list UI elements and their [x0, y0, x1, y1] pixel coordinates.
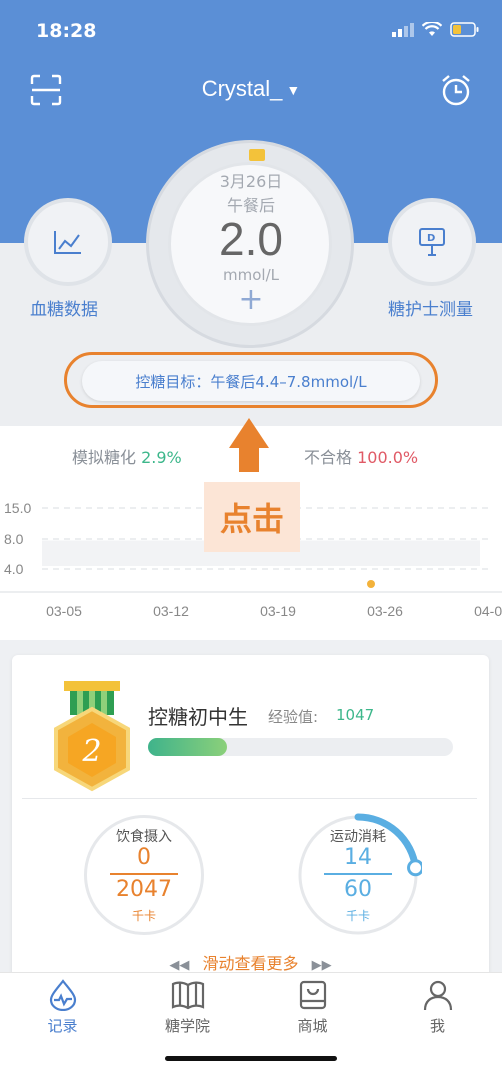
target-range-text: 控糖目标：午餐后4.4–7.8mmol/L: [135, 372, 367, 391]
annotation-arrow-head: [229, 418, 269, 448]
exp-label: 经验值:: [268, 708, 319, 726]
person-icon: [423, 980, 452, 1011]
x-tick-label: 03-26: [367, 603, 403, 619]
target-range-button[interactable]: 控糖目标：午餐后4.4–7.8mmol/L: [82, 361, 420, 401]
caret-down-icon: ▼: [286, 82, 301, 99]
swipe-more-hint[interactable]: ◀◀ 滑动查看更多 ▶▶: [12, 950, 489, 974]
fail-rate-value: 100.0%: [357, 448, 419, 467]
annotation-arrow-shaft: [239, 448, 259, 472]
data-point: [367, 580, 375, 588]
x-tick-label: 04-02: [474, 603, 502, 619]
meter-date: 3月26日: [219, 172, 283, 191]
tab-records[interactable]: 记录: [0, 973, 125, 1036]
fail-rate-label: 不合格: [304, 448, 353, 467]
exercise-label: 运动消耗: [330, 829, 386, 845]
x-tick-label: 03-05: [46, 603, 82, 619]
hba1c-label: 模拟糖化: [72, 448, 137, 467]
fail-rate-stat: 不合格 100.0%: [304, 444, 418, 468]
user-name: Crystal_: [201, 76, 283, 101]
wifi-icon: [422, 22, 442, 36]
arrow-left-icon: ◀◀: [169, 958, 190, 973]
medal-icon: 2: [54, 681, 130, 792]
tab-academy[interactable]: 糖学院: [125, 973, 250, 1036]
x-tick-label: 03-19: [260, 603, 296, 619]
meter-ring-marker: [249, 149, 265, 161]
diet-intake-divider: [110, 873, 178, 875]
user-switcher[interactable]: Crystal_ ▼: [0, 76, 502, 102]
tab-records-label: 记录: [47, 1017, 78, 1035]
tab-store[interactable]: 商城: [250, 973, 375, 1036]
diet-intake-value: 0: [137, 845, 151, 870]
progress-card: 2 控糖初中生 经验值: 1047 饮食摄入 0 2047 千卡 运动消耗 14…: [12, 655, 489, 985]
diet-intake-target: 2047: [116, 877, 172, 902]
x-tick-label: 03-12: [153, 603, 189, 619]
y-tick-label: 4.0: [4, 561, 24, 577]
exp-progress-fill: [148, 738, 228, 756]
hba1c-value: 2.9%: [141, 448, 182, 467]
arrow-right-icon: ▶▶: [311, 958, 332, 973]
status-time: 18:28: [36, 20, 97, 42]
signal-icon: [392, 22, 414, 37]
swipe-more-text: 滑动查看更多: [202, 954, 299, 973]
exp-progress-track: [148, 738, 453, 756]
meter-value: 2.0: [219, 213, 283, 265]
alarm-button[interactable]: [438, 72, 474, 108]
exp-value: 1047: [336, 706, 375, 724]
tab-me-label: 我: [429, 1017, 445, 1035]
y-tick-label: 8.0: [4, 531, 24, 547]
status-icons: [392, 22, 480, 37]
y-tick-label: 15.0: [4, 500, 31, 516]
tab-me[interactable]: 我: [375, 973, 500, 1036]
level-title: 控糖初中生: [148, 705, 248, 729]
exercise-unit: 千卡: [345, 909, 370, 923]
tab-academy-label: 糖学院: [164, 1017, 210, 1035]
card-divider: [22, 798, 477, 799]
medal-number: 2: [81, 734, 101, 769]
diet-intake-unit: 千卡: [131, 909, 156, 923]
shopping-bag-icon: [299, 980, 326, 1010]
add-record-button[interactable]: +: [0, 282, 502, 317]
alarm-clock-icon: [442, 75, 470, 106]
annotation-click-label: 点击: [204, 482, 300, 552]
exercise-target: 60: [344, 877, 372, 902]
tab-store-label: 商城: [297, 1017, 328, 1035]
home-indicator: [165, 1056, 337, 1061]
diet-intake-label: 饮食摄入: [116, 829, 172, 845]
book-icon: [171, 981, 204, 1010]
battery-icon: [450, 22, 479, 37]
hba1c-stat: 模拟糖化 2.9%: [72, 444, 182, 468]
drop-pulse-icon: [49, 979, 76, 1011]
tab-bar: 记录 糖学院 商城 我: [0, 972, 502, 1066]
exercise-divider: [324, 873, 392, 875]
exercise-value: 14: [344, 845, 372, 870]
